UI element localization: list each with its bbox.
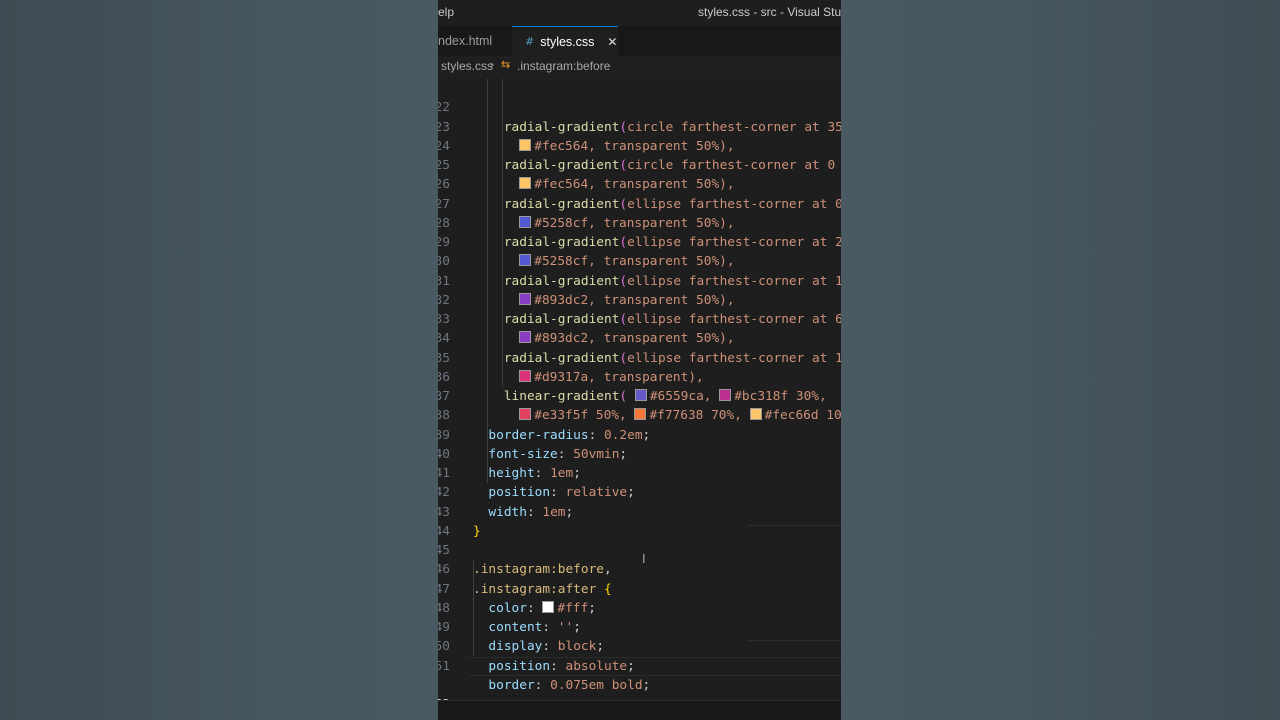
code-line: 37 #e33f5f 50%, #f77638 70%, #fec66d 10 — [438, 368, 841, 423]
code-line: 44 — [438, 503, 841, 539]
code-line: 29 #5258cf, transparent 50%), — [438, 214, 841, 269]
code-line: 36 linear-gradient( #6559ca, #bc318f 30%… — [438, 349, 841, 404]
tab-label: styles.css — [540, 34, 595, 49]
tab-styles-css[interactable]: # styles.css ✕ — [512, 26, 618, 56]
breadcrumb-file[interactable]: styles.css — [441, 59, 493, 73]
code-line: 34 radial-gradient(ellipse farthest-corn… — [438, 310, 841, 365]
background-left — [0, 0, 438, 720]
vscode-editor-window: elp styles.css - src - Visual Studio C n… — [438, 0, 841, 720]
code-line: 30 radial-gradient(ellipse farthest-corn… — [438, 233, 841, 288]
code-line: 32 radial-gradient(ellipse farthest-corn… — [438, 272, 841, 327]
tab-bar: ndex.html # styles.css ✕ — [438, 26, 841, 56]
code-line: 42 width: 1em; — [438, 464, 841, 519]
breadcrumb-symbol[interactable]: .instagram:before — [517, 59, 610, 73]
text-cursor-icon: I — [642, 552, 646, 566]
code-line: 50 position: absolute; — [438, 618, 841, 673]
close-icon[interactable]: ✕ — [607, 35, 617, 49]
symbol-class-icon: ⇆ — [501, 58, 511, 71]
code-line-current: 52 } — [438, 656, 841, 720]
menu-help[interactable]: elp — [438, 5, 454, 19]
code-line: 51 border: 0.075em bold; — [438, 637, 841, 693]
code-line: 28 radial-gradient(ellipse farthest-corn… — [438, 195, 841, 250]
title-bar: elp styles.css - src - Visual Studio C — [438, 0, 841, 26]
code-line: 25 #fec564, transparent 50%), — [438, 137, 841, 192]
code-line: 27 #5258cf, transparent 50%), — [438, 175, 841, 231]
code-line: 24 radial-gradient(circle farthest-corne… — [438, 118, 841, 173]
tab-label: ndex.html — [438, 34, 493, 48]
code-line: 46 .instagram:after { — [438, 541, 841, 596]
css-file-icon: # — [525, 35, 535, 48]
breadcrumb: styles.css › ⇆ .instagram:before — [438, 56, 841, 76]
code-line: 35 #d9317a, transparent), — [438, 329, 841, 385]
code-line: 40 height: 1em; — [438, 426, 841, 481]
code-line: 23 #fec564, transparent 50%), — [438, 98, 841, 154]
code-editor[interactable]: 22 radial-gradient(circle farthest-corne… — [438, 79, 841, 720]
code-line: 31 #893dc2, transparent 50%), — [438, 252, 841, 308]
current-line-highlight — [468, 656, 841, 676]
code-line: 47 color: #fff; — [438, 560, 841, 616]
chevron-right-icon: › — [490, 58, 495, 71]
code-line: 45 .instagram:before, — [438, 522, 841, 577]
code-line: 33 #893dc2, transparent 50%), — [438, 291, 841, 346]
code-line: 38 border-radius: 0.2em; — [438, 387, 841, 442]
code-line: 49 display: block; — [438, 599, 841, 654]
line-text: border: 0.075em bold; — [488, 677, 651, 693]
code-line: 41 position: relative; — [438, 445, 841, 500]
code-line: 48 content: ''; — [438, 580, 841, 635]
code-line: 26 radial-gradient(ellipse farthest-corn… — [438, 156, 841, 211]
code-line: 22 radial-gradient(circle farthest-corne… — [438, 79, 841, 134]
code-line: 39 font-size: 50vmin; — [438, 406, 841, 462]
tab-index-html[interactable]: ndex.html — [438, 26, 512, 56]
background-right — [841, 0, 1280, 720]
code-line: 43 } — [438, 483, 841, 539]
window-title: styles.css - src - Visual Studio C — [698, 5, 841, 19]
status-bar — [438, 700, 841, 720]
